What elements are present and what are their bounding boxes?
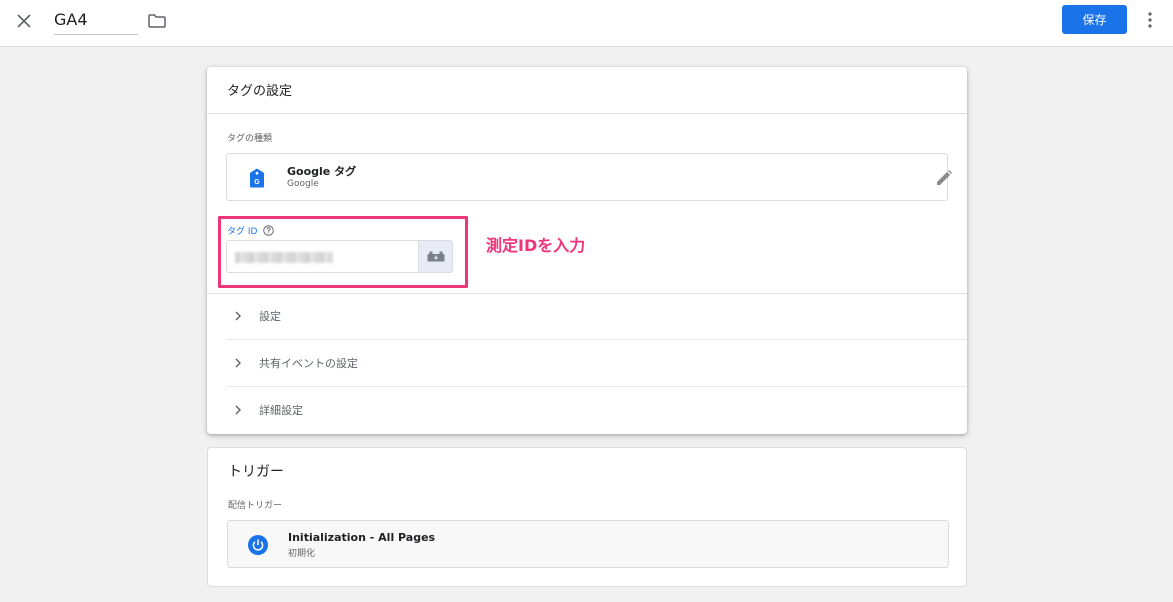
tag-type-vendor: Google (287, 179, 319, 189)
chevron-right-icon (235, 311, 241, 321)
tag-id-label-text: タグ ID (227, 227, 258, 237)
section-advanced-label: 詳細設定 (259, 404, 303, 417)
tag-type-selector[interactable]: G Google タグ Google (226, 153, 952, 201)
tag-config-header: タグの設定 (207, 67, 967, 114)
more-options-button[interactable] (1140, 9, 1160, 31)
variable-brick-icon (427, 251, 444, 262)
section-settings[interactable]: 設定 (227, 293, 967, 339)
tag-name-text: GA4 (54, 10, 88, 29)
more-vert-icon (1148, 12, 1152, 28)
trigger-card: トリガー 配信トリガー Initialization - All Pages 初… (207, 447, 967, 587)
annotation-callout: 測定IDを入力 (486, 236, 586, 255)
help-icon[interactable] (263, 225, 275, 236)
tag-config-card: タグの設定 タグの種類 G Google タグ Google タグ ID 測定I… (207, 67, 967, 434)
trigger-subtitle: 初期化 (288, 549, 316, 559)
firing-trigger-label: 配信トリガー (228, 501, 283, 511)
svg-text:G: G (254, 179, 260, 186)
chevron-right-icon (235, 358, 241, 368)
save-button[interactable]: 保存 (1062, 5, 1127, 34)
redacted-tag-id (235, 252, 333, 263)
section-advanced[interactable]: 詳細設定 (227, 387, 967, 433)
tag-id-label: タグ ID (227, 224, 275, 237)
top-bar: GA4 保存 (0, 0, 1173, 47)
tag-config-title: タグの設定 (227, 84, 293, 99)
tag-name-field[interactable]: GA4 (54, 9, 138, 35)
trigger-title: トリガー (228, 464, 284, 480)
section-settings-label: 設定 (259, 310, 281, 323)
trigger-name: Initialization - All Pages (288, 531, 436, 544)
google-tag-icon: G (250, 168, 264, 188)
close-button[interactable] (13, 10, 35, 32)
folder-icon (148, 14, 166, 28)
power-icon (248, 535, 268, 555)
insert-variable-button[interactable] (418, 240, 453, 273)
folder-button[interactable] (147, 11, 167, 31)
pencil-icon[interactable] (935, 169, 953, 187)
section-shared-events[interactable]: 共有イベントの設定 (227, 340, 967, 386)
chevron-right-icon (235, 405, 241, 415)
section-shared-events-label: 共有イベントの設定 (259, 357, 358, 370)
tag-id-input[interactable] (226, 240, 419, 273)
close-icon (17, 14, 31, 28)
tag-type-name: Google タグ (287, 165, 357, 178)
tag-type-label: タグの種類 (227, 134, 273, 144)
trigger-item[interactable]: Initialization - All Pages 初期化 (227, 520, 949, 568)
